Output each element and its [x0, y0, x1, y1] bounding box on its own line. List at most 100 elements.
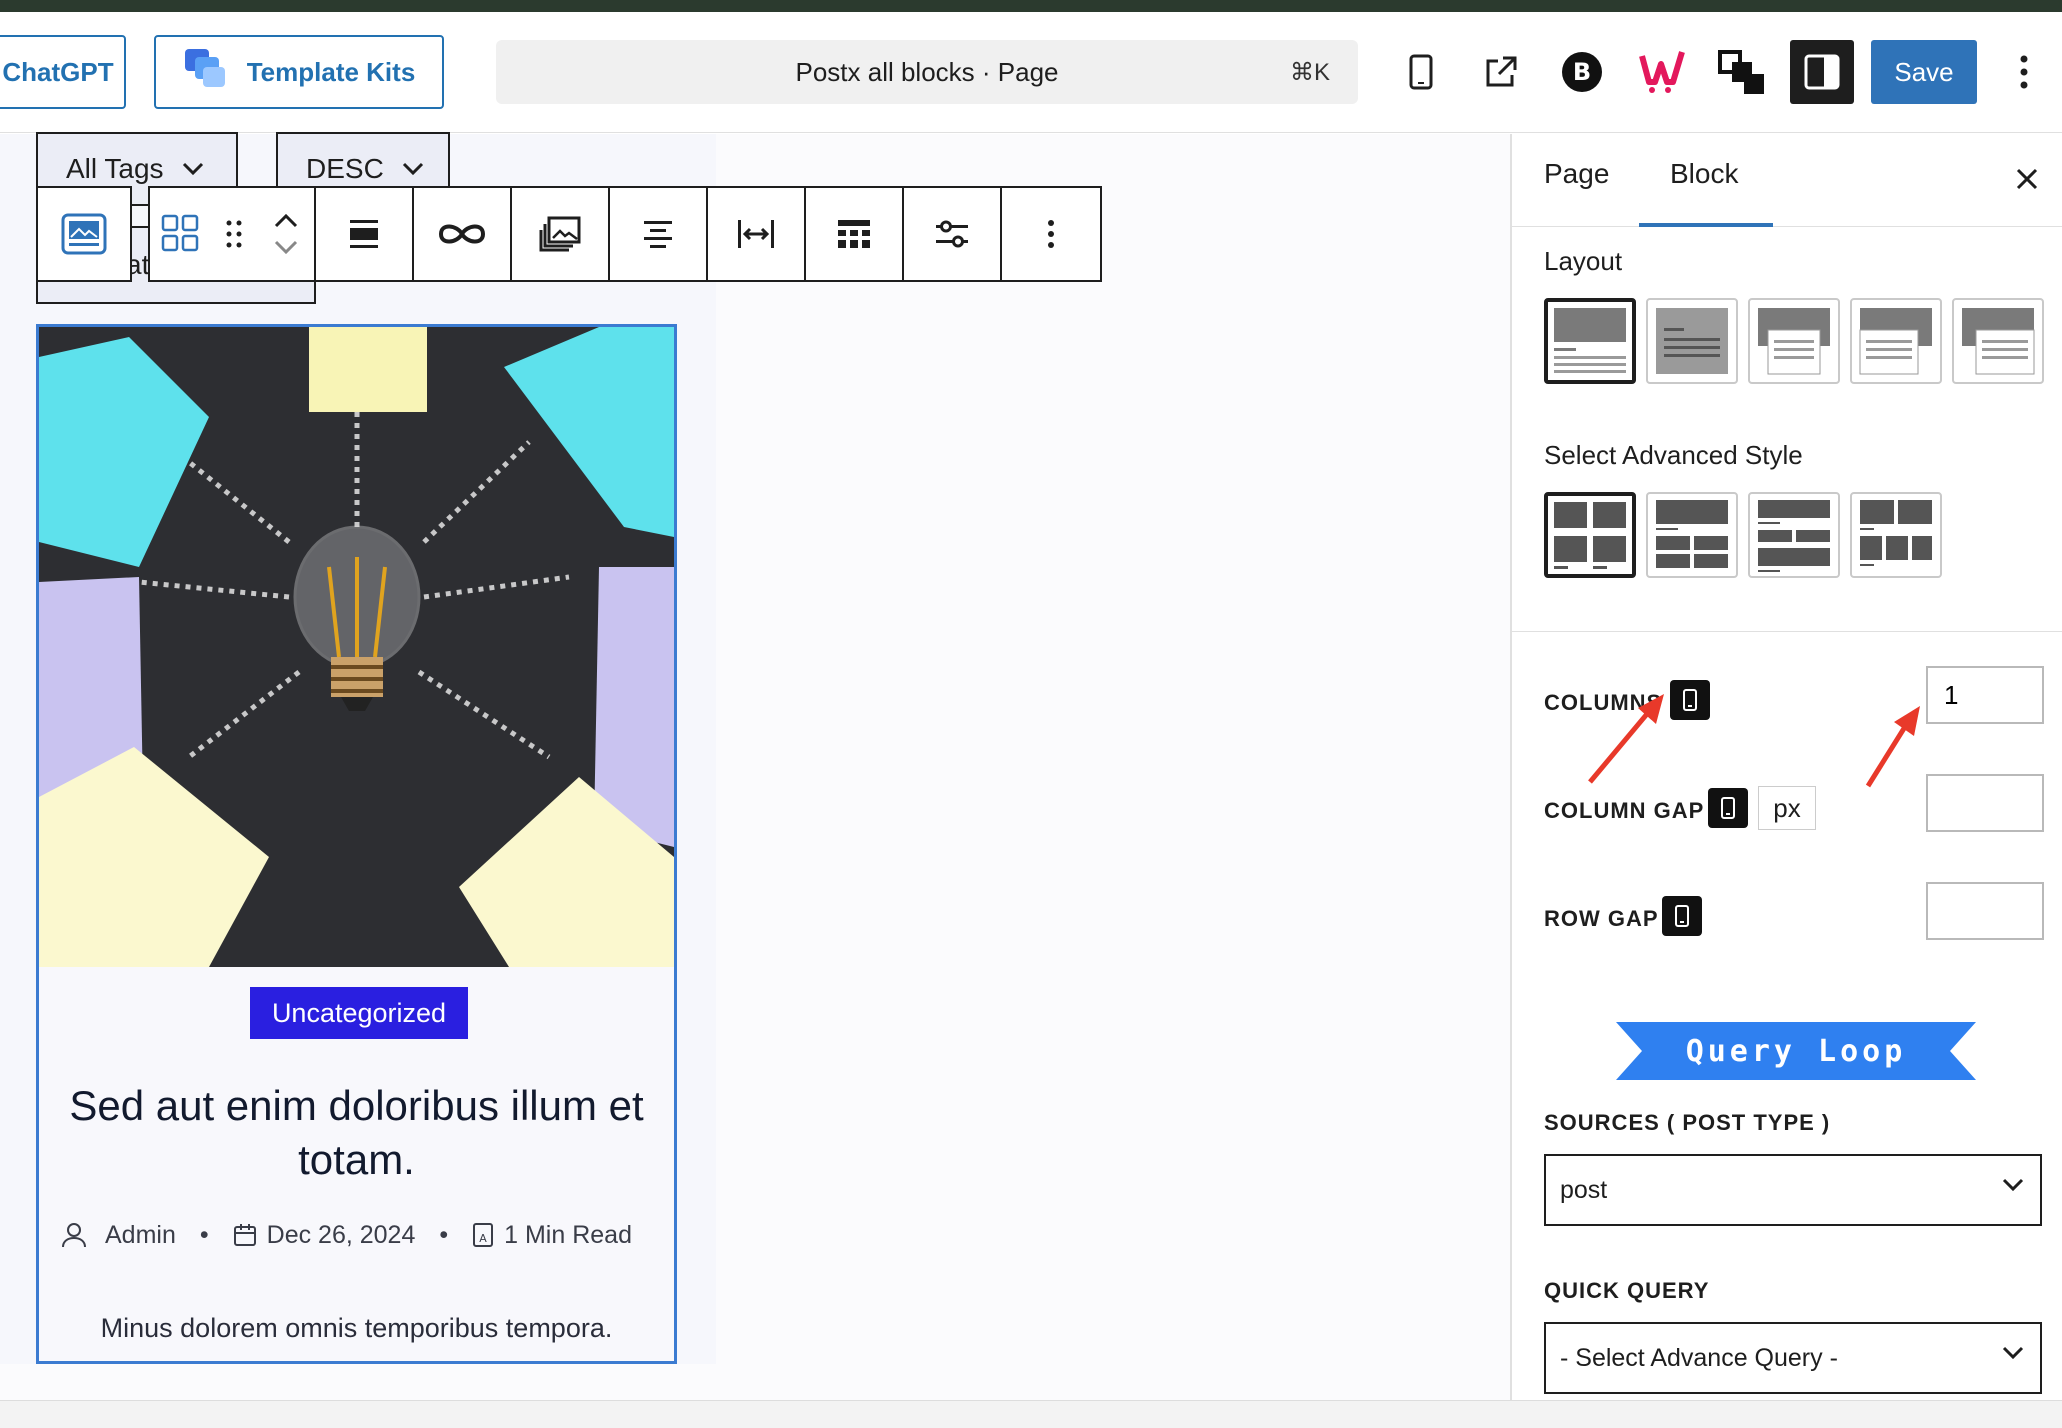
more-vertical-icon — [1048, 220, 1054, 248]
layout-section-title: Layout — [1544, 246, 1623, 276]
bold-b-plugin-icon[interactable]: B — [1554, 44, 1610, 100]
chevron-down-icon[interactable] — [274, 240, 298, 254]
post-card[interactable]: Uncategorized Sed aut enim doloribus ill… — [36, 324, 677, 1364]
blocks-plugin-icon[interactable] — [1714, 44, 1770, 100]
sources-select[interactable]: post — [1544, 1154, 2042, 1226]
command-shortcut: ⌘K — [1289, 59, 1330, 86]
document-title: Postx all blocks · Page — [795, 56, 1059, 87]
advanced-style-option-1[interactable] — [1544, 492, 1636, 578]
column-gap-device-icon[interactable] — [1708, 788, 1748, 828]
post-excerpt: Minus dolorem omnis temporibus tempora. — [100, 1313, 613, 1343]
align-full-icon — [350, 220, 378, 248]
row-gap-label: ROW GAP — [1544, 906, 1659, 931]
drag-handle-icon — [226, 220, 242, 248]
window-top-strip — [0, 0, 2062, 12]
stretch-width-icon — [738, 220, 774, 248]
text-align-center-icon — [644, 221, 672, 248]
sidebar-tabs: Page Block — [1512, 134, 2062, 227]
svg-text:A: A — [479, 1232, 487, 1245]
advanced-style-title: Select Advanced Style — [1544, 440, 1803, 470]
table-layout-button[interactable] — [806, 188, 904, 280]
layout-option-1[interactable] — [1544, 298, 1636, 384]
chatgpt-button[interactable]: ChatGPT — [0, 35, 126, 109]
active-tab-indicator — [1639, 223, 1773, 227]
post-featured-image[interactable] — [39, 327, 674, 967]
block-toolbar — [36, 186, 1102, 282]
meta-separator: • — [199, 1220, 209, 1249]
close-sidebar-icon[interactable] — [2016, 168, 2038, 195]
sources-value: post — [1560, 1175, 1608, 1204]
stretch-width-button[interactable] — [708, 188, 806, 280]
grid-layout-icon — [161, 214, 199, 252]
tab-block[interactable]: Block — [1670, 158, 1738, 190]
quick-query-label: QUICK QUERY — [1544, 1278, 1710, 1303]
reading-time-icon: A — [473, 1223, 494, 1247]
section-divider — [1512, 631, 2062, 632]
post-title[interactable]: Sed aut enim doloribus illum et totam. — [49, 1079, 664, 1187]
post-read-time: 1 Min Read — [504, 1220, 632, 1249]
tags-filter-label: All Tags — [66, 153, 164, 184]
settings-sidebar-toggle-icon[interactable] — [1790, 40, 1854, 104]
align-wide-button[interactable] — [316, 188, 414, 280]
mobile-preview-icon[interactable] — [1393, 44, 1449, 100]
template-kits-button[interactable]: Template Kits — [154, 35, 444, 109]
chevron-down-icon — [2002, 1346, 2024, 1360]
tab-page[interactable]: Page — [1544, 158, 1609, 190]
loop-button[interactable] — [414, 188, 512, 280]
advanced-style-option-2[interactable] — [1646, 492, 1738, 578]
chatgpt-label: ChatGPT — [2, 56, 114, 87]
template-kits-label: Template Kits — [246, 56, 416, 87]
chevron-down-icon — [2002, 1178, 2024, 1192]
advanced-style-option-4[interactable] — [1850, 492, 1942, 578]
row-gap-input[interactable] — [1926, 882, 2044, 940]
sources-label: SOURCES ( POST TYPE ) — [1544, 1110, 1831, 1135]
change-layout-button[interactable] — [150, 188, 210, 280]
row-gap-device-icon[interactable] — [1662, 896, 1702, 936]
chevron-up-icon[interactable] — [274, 214, 298, 228]
post-date: Dec 26, 2024 — [266, 1220, 416, 1249]
drag-handle[interactable] — [210, 188, 258, 280]
calendar-icon — [233, 1224, 256, 1246]
template-kits-icon — [183, 47, 229, 98]
quick-query-select[interactable]: - Select Advance Query - — [1544, 1322, 2042, 1394]
chevron-down-icon — [402, 162, 423, 176]
meta-separator: • — [439, 1220, 449, 1249]
columns-input[interactable] — [1926, 666, 2044, 724]
post-meta: Admin • Dec 26, 2024 • A 1 Min Read — [61, 1215, 661, 1255]
annotation-arrow-icon — [1865, 706, 1920, 788]
advanced-style-option-3[interactable] — [1748, 492, 1840, 578]
chevron-down-icon — [182, 162, 203, 176]
svg-text:B: B — [1573, 58, 1591, 86]
command-palette-button[interactable]: Postx all blocks · Page ⌘K — [496, 40, 1358, 104]
gallery-icon — [539, 216, 581, 252]
table-grid-icon — [838, 220, 870, 248]
external-link-icon[interactable] — [1473, 44, 1529, 100]
settings-sliders-button[interactable] — [904, 188, 1002, 280]
save-button[interactable]: Save — [1871, 40, 1977, 104]
category-badge[interactable]: Uncategorized — [250, 987, 468, 1039]
move-buttons[interactable] — [258, 188, 316, 280]
layout-option-3[interactable] — [1748, 298, 1840, 384]
layout-option-5[interactable] — [1952, 298, 2044, 384]
post-grid-block-icon — [61, 213, 107, 255]
query-loop-banner: Query Loop — [1616, 1022, 1976, 1080]
quick-query-value: - Select Advance Query - — [1560, 1343, 1838, 1372]
infinity-loop-icon — [438, 224, 486, 244]
column-gap-unit-selector[interactable]: px — [1758, 786, 1816, 830]
block-type-button[interactable] — [38, 188, 130, 280]
block-options-button[interactable] — [1002, 188, 1100, 280]
align-center-button[interactable] — [610, 188, 708, 280]
post-author[interactable]: Admin — [105, 1221, 176, 1250]
sliders-icon — [936, 220, 968, 248]
layout-option-4[interactable] — [1850, 298, 1942, 384]
banner-text: Query Loop — [1685, 1033, 1907, 1069]
block-type-group — [36, 186, 132, 282]
user-icon — [62, 1223, 86, 1248]
column-gap-label: COLUMN GAP — [1544, 798, 1705, 823]
options-menu-icon[interactable] — [1996, 44, 2052, 100]
annotation-arrow-icon — [1588, 694, 1664, 784]
gallery-button[interactable] — [512, 188, 610, 280]
column-gap-input[interactable] — [1926, 774, 2044, 832]
layout-option-2[interactable] — [1646, 298, 1738, 384]
wowstore-plugin-icon[interactable] — [1634, 44, 1690, 100]
